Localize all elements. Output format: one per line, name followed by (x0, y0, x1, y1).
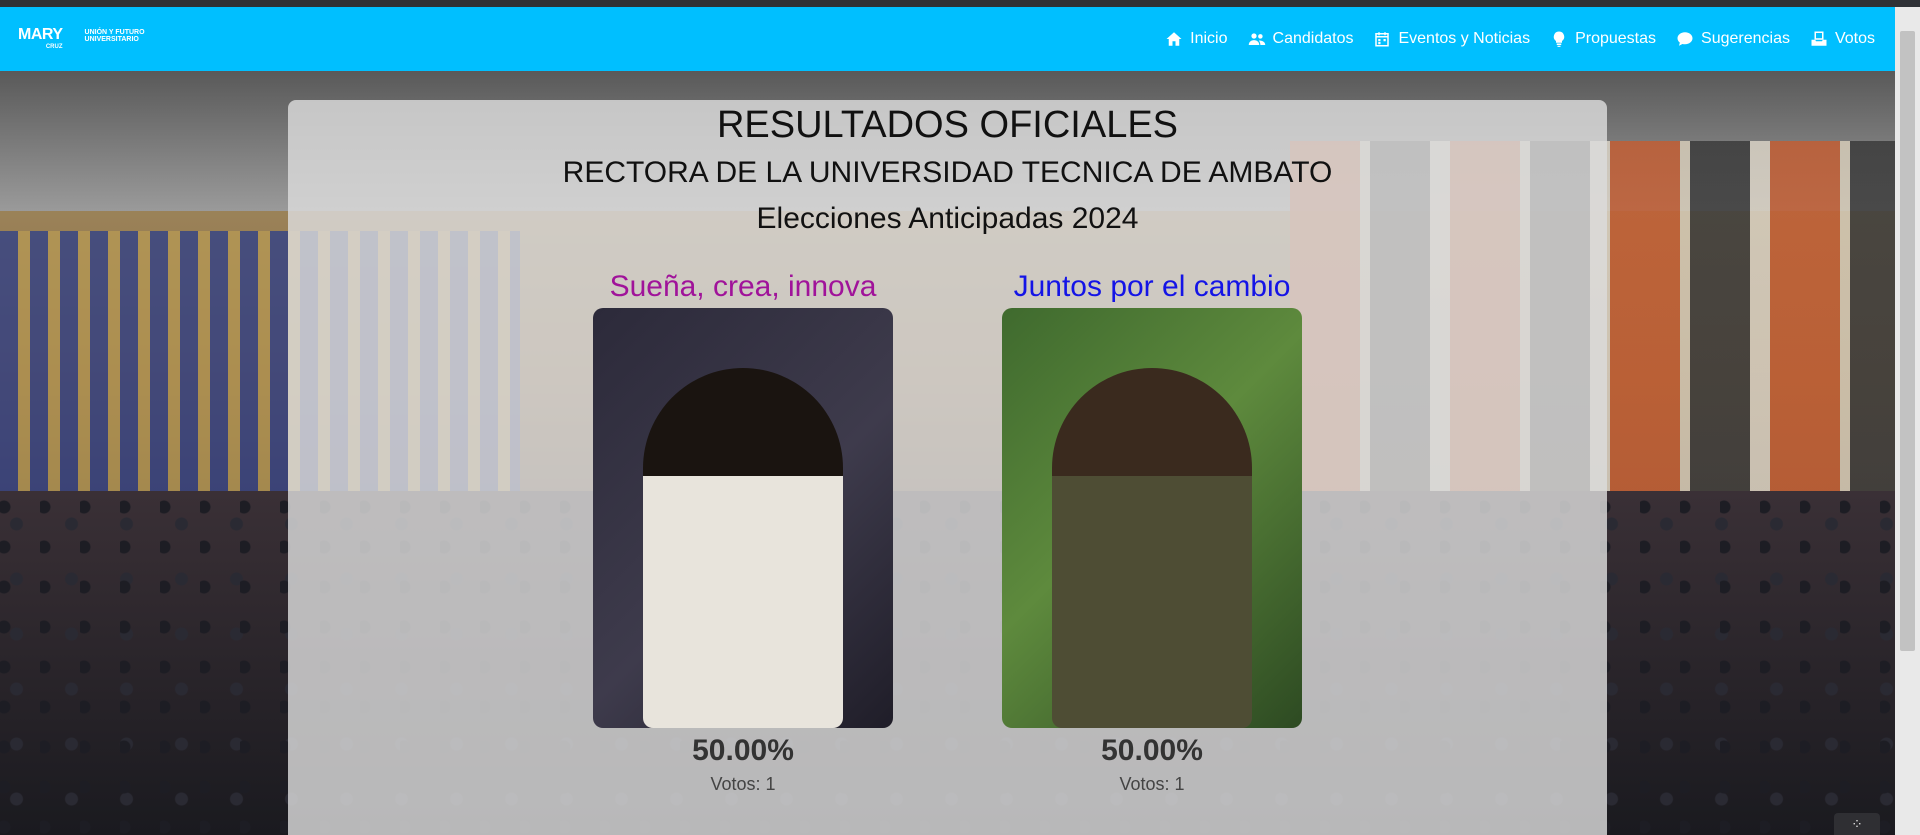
chat-icon (1677, 32, 1693, 46)
candidate-votes: Votos: 1 (710, 774, 776, 794)
nav-item-inicio[interactable]: Inicio (1165, 30, 1228, 48)
users-icon (1248, 33, 1265, 45)
page-scrollbar[interactable] (1895, 7, 1920, 835)
logo-union-line2: UNIVERSITARIO (84, 36, 139, 44)
nav-item-label: Propuestas (1575, 30, 1657, 47)
nav-item-sugerencias[interactable]: Sugerencias (1676, 30, 1790, 48)
candidate-slogan: Sueña, crea, innova (609, 270, 877, 303)
nav-item-label: Votos (1834, 30, 1875, 47)
home-icon (1166, 32, 1182, 46)
candidate-figure (1052, 368, 1252, 728)
candidate-photo (1002, 308, 1302, 728)
candidate-percent: 50.00% (692, 734, 794, 767)
nav-item-propuestas[interactable]: Propuestas (1550, 30, 1656, 48)
nav-item-label: Eventos y Noticias (1398, 30, 1531, 47)
scrollbar-thumb[interactable] (1900, 31, 1915, 651)
candidate-card-2: Juntos por el cambio 50.00% Votos: 1 (1002, 268, 1302, 795)
nav-item-label: Sugerencias (1701, 30, 1790, 47)
nav-item-candidatos[interactable]: Candidatos (1248, 30, 1354, 48)
logo-mary-text: MARY (18, 26, 63, 43)
nav-menu: Inicio Candidatos Eventos y Noticias Pro… (1165, 7, 1875, 71)
nav-item-label: Inicio (1190, 30, 1228, 47)
logo-union: UNIÓN Y FUTURO UNIVERSITARIO (85, 27, 145, 44)
navbar: MARY CRUZ UNIÓN Y FUTURO UNIVERSITARIO I… (0, 7, 1920, 71)
results-card: RESULTADOS OFICIALES RECTORA DE LA UNIVE… (288, 100, 1607, 835)
candidate-figure (643, 368, 843, 728)
candidate-percent: 50.00% (1101, 734, 1203, 767)
browser-top-strip (0, 0, 1920, 7)
candidate-card-1: Sueña, crea, innova 50.00% Votos: 1 (593, 268, 893, 795)
logo-mary: MARY CRUZ (18, 26, 63, 51)
nav-item-eventos[interactable]: Eventos y Noticias (1373, 30, 1530, 48)
calendar-icon (1375, 32, 1390, 47)
candidate-photo (593, 308, 893, 728)
candidate-votes: Votos: 1 (1119, 774, 1185, 794)
corner-widget-button[interactable]: ⁘ (1834, 813, 1880, 835)
ballot-icon (1811, 31, 1827, 46)
results-subtitle: RECTORA DE LA UNIVERSIDAD TECNICA DE AMB… (562, 156, 1333, 189)
logo-union-line1: UNIÓN Y FUTURO (84, 29, 145, 36)
lightbulb-icon (1553, 31, 1565, 47)
nav-item-label: Candidatos (1272, 30, 1354, 47)
brand-logo[interactable]: MARY CRUZ UNIÓN Y FUTURO UNIVERSITARIO (18, 26, 145, 51)
results-title: RESULTADOS OFICIALES (716, 104, 1179, 146)
dots-icon: ⁘ (1851, 816, 1863, 832)
election-name: Elecciones Anticipadas 2024 (756, 202, 1139, 235)
nav-item-votos[interactable]: Votos (1810, 30, 1875, 48)
candidate-slogan: Juntos por el cambio (1013, 270, 1291, 303)
logo-cruz-text: CRUZ (45, 44, 63, 50)
